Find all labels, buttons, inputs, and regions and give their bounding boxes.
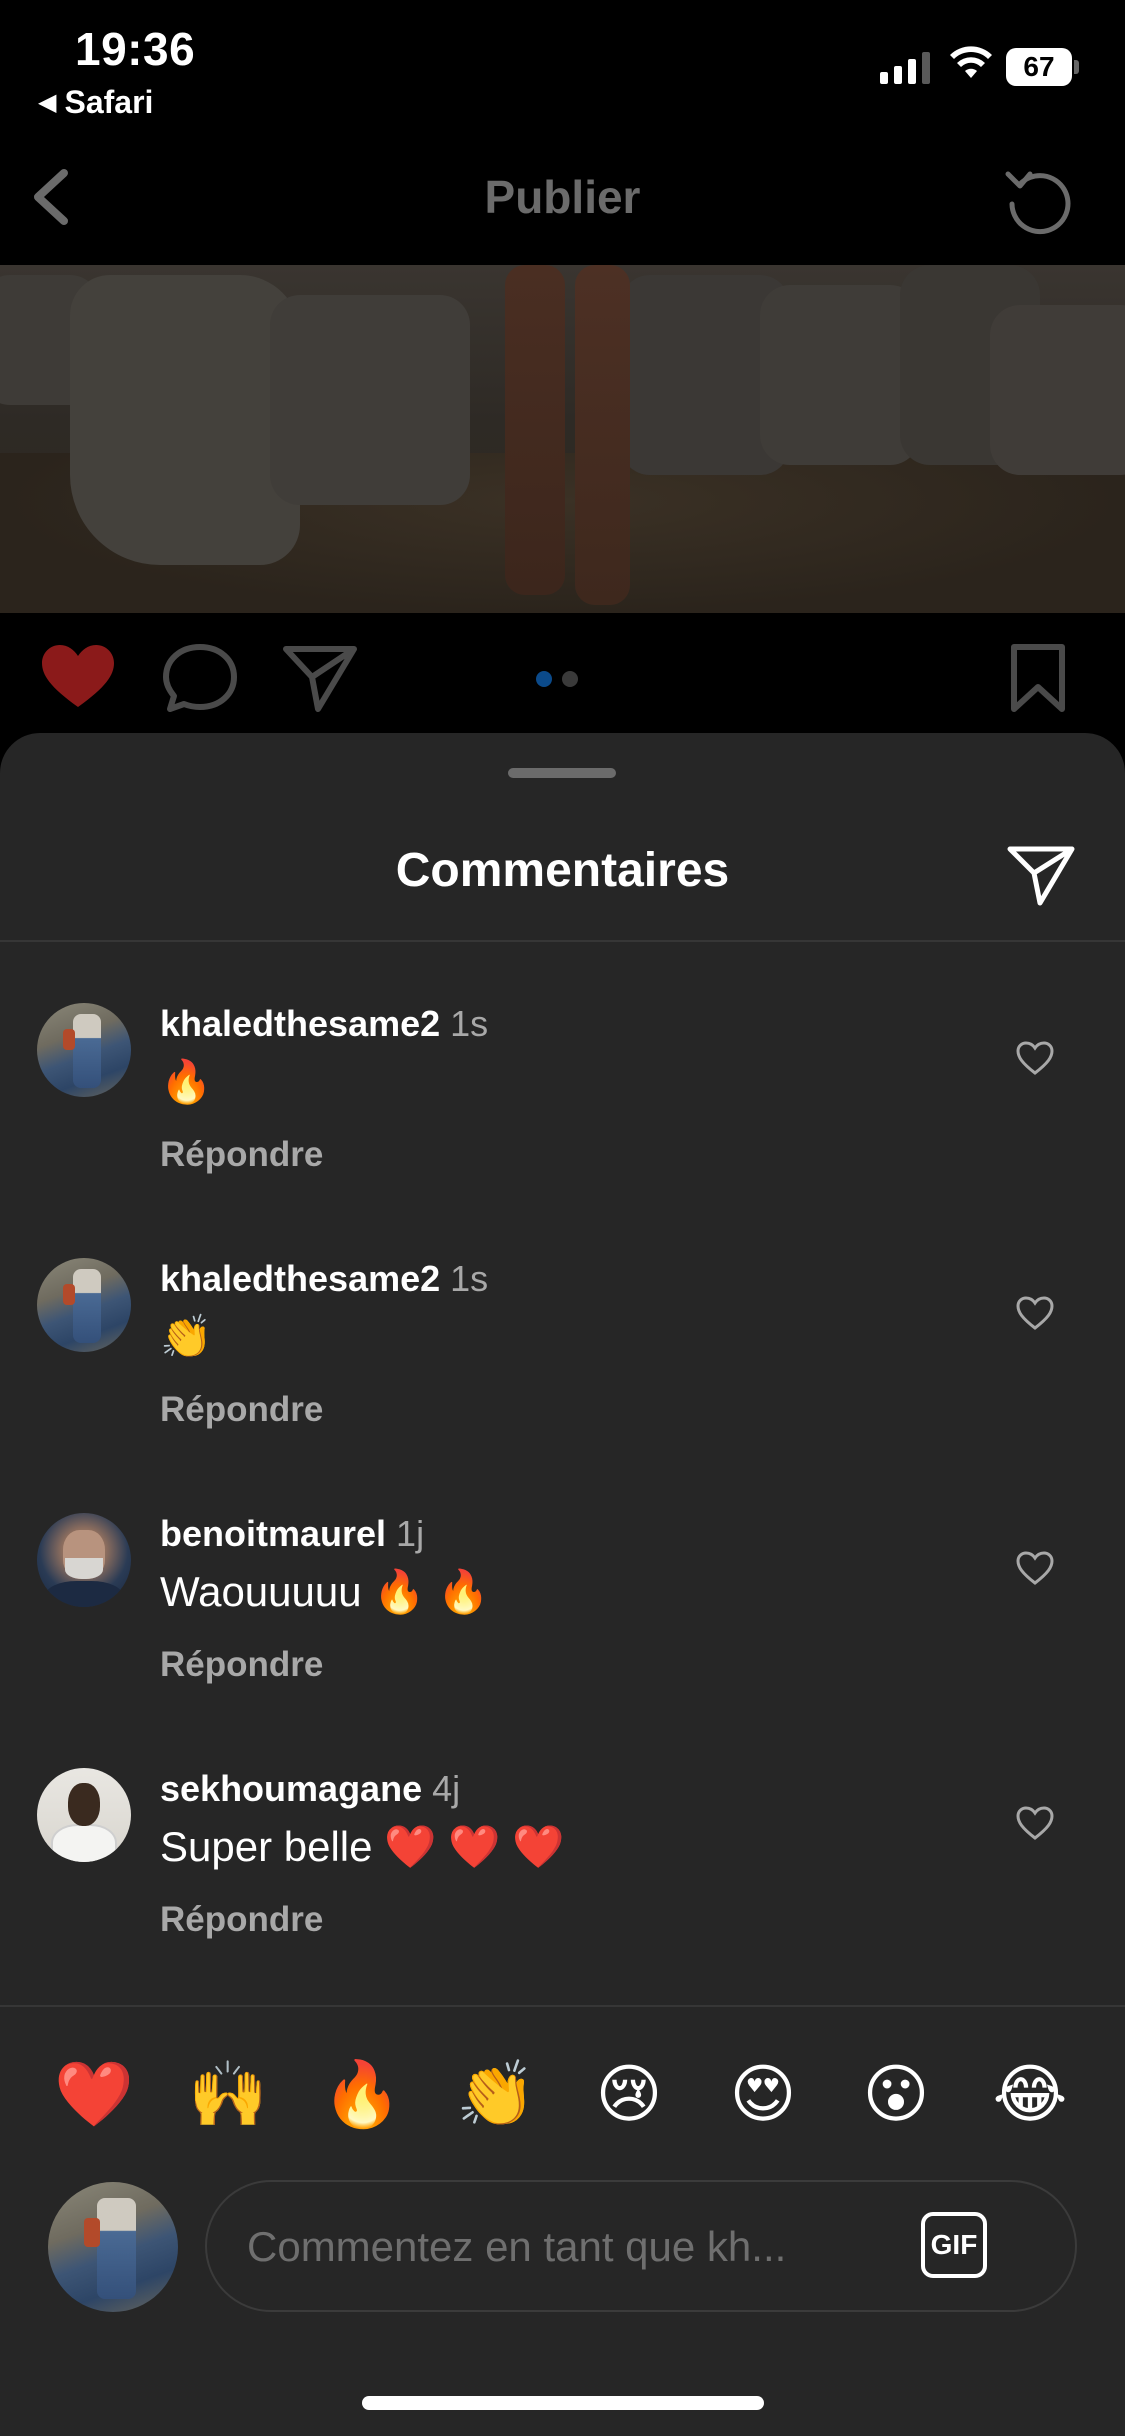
- bookmark-icon[interactable]: [1000, 643, 1076, 713]
- back-app-label: Safari: [64, 84, 154, 120]
- emoji-cry-button[interactable]: 😢: [589, 2055, 669, 2135]
- comment-composer: GIF: [0, 2170, 1125, 2330]
- carousel-dot-active: [536, 671, 552, 687]
- comment-time: 1j: [396, 1513, 425, 1554]
- emoji-raised-hands-button[interactable]: 🙌: [188, 2055, 268, 2135]
- refresh-icon[interactable]: [1000, 160, 1080, 240]
- status-time: 19:36: [75, 23, 196, 75]
- comment-input-container: GIF: [205, 2180, 1077, 2312]
- cellular-signal-icon: [880, 50, 930, 84]
- comment-item: khaledthesame2 1s 👏 Répondre: [0, 1238, 1125, 1493]
- comment-text: Super belle ❤️ ❤️ ❤️: [160, 1823, 565, 1870]
- divider: [0, 940, 1125, 942]
- reply-button[interactable]: Répondre: [160, 1135, 323, 1175]
- comment-text: Waouuuuu 🔥 🔥: [160, 1568, 490, 1615]
- heart-outline-icon[interactable]: [1016, 1551, 1054, 1587]
- nav-bar: Publier: [0, 130, 1125, 265]
- comment-username[interactable]: khaledthesame2: [160, 1258, 440, 1299]
- avatar[interactable]: [37, 1768, 131, 1862]
- gif-button[interactable]: GIF: [921, 2212, 987, 2278]
- emoji-clap-button[interactable]: 👏: [456, 2055, 536, 2135]
- quick-emoji-bar: ❤️ 🙌 🔥 👏 😢 😍 😮 😂: [0, 2005, 1125, 2175]
- emoji-heart-eyes-button[interactable]: 😍: [723, 2055, 803, 2135]
- emoji-surprised-button[interactable]: 😮: [856, 2055, 936, 2135]
- comment-icon[interactable]: [162, 643, 238, 713]
- comment-input[interactable]: [247, 2212, 887, 2282]
- comment-item: benoitmaurel 1j Waouuuuu 🔥 🔥 Répondre: [0, 1493, 1125, 1748]
- reply-button[interactable]: Répondre: [160, 1390, 323, 1430]
- sheet-grabber[interactable]: [508, 768, 616, 778]
- comment-text: 👏: [160, 1313, 213, 1360]
- comment-time: 1s: [450, 1003, 489, 1044]
- share-icon[interactable]: [282, 643, 358, 713]
- back-triangle-icon: ◀: [38, 89, 57, 116]
- avatar[interactable]: [37, 1003, 131, 1097]
- heart-outline-icon[interactable]: [1016, 1041, 1054, 1077]
- share-icon[interactable]: [1006, 843, 1076, 907]
- page-title: Publier: [484, 171, 641, 223]
- comment-time: 1s: [450, 1258, 489, 1299]
- heart-outline-icon[interactable]: [1016, 1296, 1054, 1332]
- battery-icon: 67: [1006, 48, 1079, 86]
- comment-item: sekhoumagane 4j Super belle ❤️ ❤️ ❤️ Répo…: [0, 1748, 1125, 2003]
- back-to-safari-link[interactable]: ◀ Safari: [38, 84, 153, 121]
- avatar[interactable]: [48, 2182, 178, 2312]
- post-photo[interactable]: [0, 265, 1125, 613]
- comment-username[interactable]: sekhoumagane: [160, 1768, 422, 1809]
- comment-item: khaledthesame2 1s 🔥 Répondre: [0, 983, 1125, 1238]
- comment-time: 4j: [432, 1768, 461, 1809]
- carousel-dot: [562, 671, 578, 687]
- avatar[interactable]: [37, 1258, 131, 1352]
- comment-username[interactable]: benoitmaurel: [160, 1513, 386, 1554]
- heart-filled-icon[interactable]: [40, 643, 116, 713]
- heart-outline-icon[interactable]: [1016, 1806, 1054, 1842]
- home-indicator[interactable]: [362, 2396, 764, 2410]
- carousel-indicator: [536, 671, 578, 687]
- comment-username[interactable]: khaledthesame2: [160, 1003, 440, 1044]
- emoji-heart-button[interactable]: ❤️: [54, 2055, 134, 2135]
- emoji-laughing-button[interactable]: 😂: [990, 2055, 1070, 2135]
- wifi-icon: [950, 46, 992, 78]
- sheet-title: Commentaires: [395, 844, 730, 897]
- status-bar: 19:36 ◀ Safari 67: [0, 0, 1125, 130]
- emoji-fire-button[interactable]: 🔥: [322, 2055, 402, 2135]
- reply-button[interactable]: Répondre: [160, 1645, 323, 1685]
- comment-text: 🔥: [160, 1058, 213, 1105]
- battery-level: 67: [1006, 48, 1072, 86]
- reply-button[interactable]: Répondre: [160, 1900, 323, 1940]
- avatar[interactable]: [37, 1513, 131, 1607]
